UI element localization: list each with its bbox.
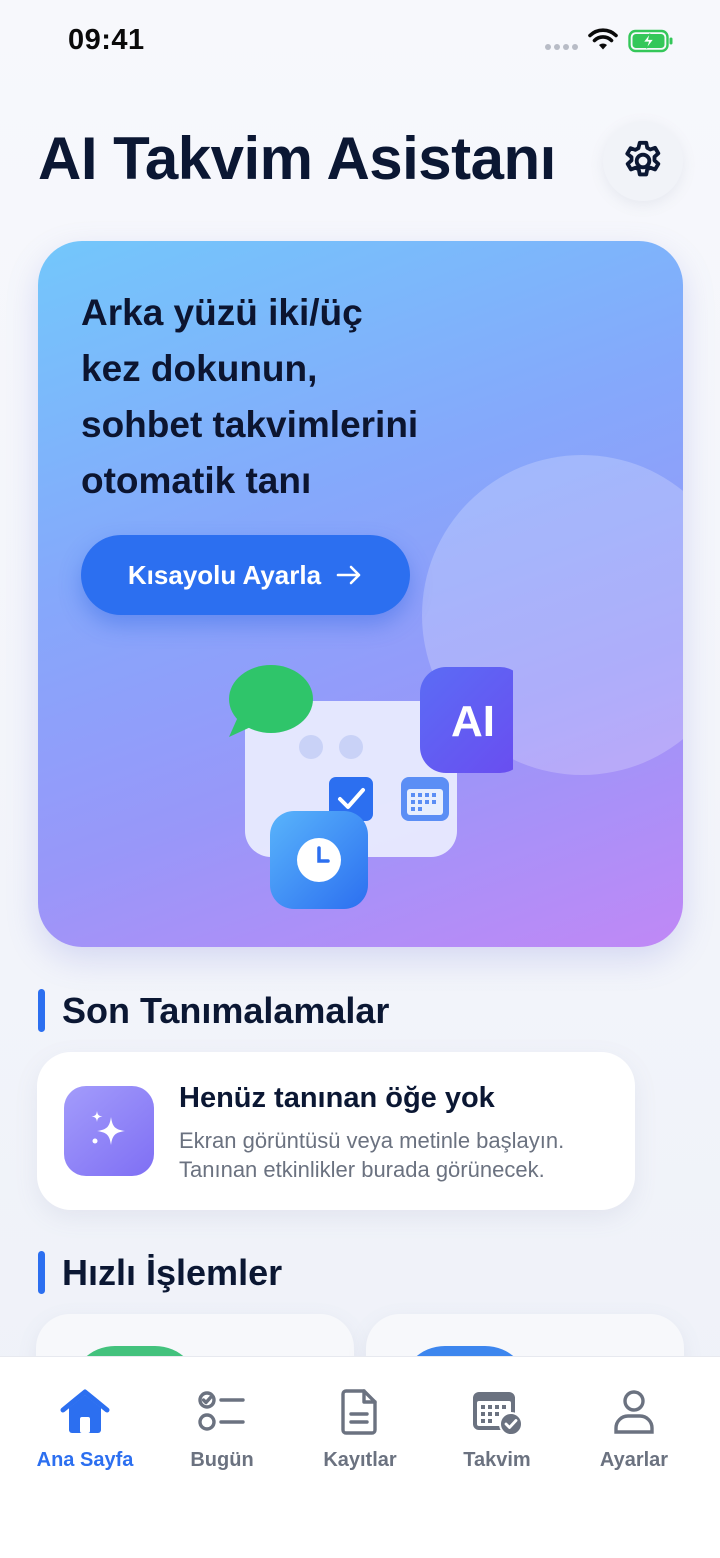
hero-title: Arka yüzü iki/üç kez dokunun, sohbet tak… [81,292,419,501]
tab-today-label: Bugün [190,1449,254,1471]
tab-calendar-label: Takvim [463,1449,531,1471]
sparkle-icon [64,1086,154,1176]
tab-home-label: Ana Sayfa [36,1449,134,1471]
tab-settings[interactable]: Ayarlar [564,1385,704,1472]
quick-section-title: Hızlı İşlemler [62,1251,283,1293]
checklist-icon [195,1385,249,1439]
tab-home[interactable]: Ana Sayfa [15,1385,155,1472]
settings-button[interactable] [603,121,683,201]
section-accent-bar [38,1251,45,1294]
recent-section-title: Son Tanımalamalar [62,989,390,1031]
clock-icon [270,811,368,909]
arrow-right-icon [336,565,361,585]
document-icon [333,1385,387,1439]
status-time: 09:41 [68,24,145,56]
calendar-check-icon [470,1385,524,1439]
home-screen: 09:41 AI Takvim Asistanı Arka yüzü iki/ü… [0,0,720,1558]
tab-today[interactable]: Bugün [152,1385,292,1472]
home-icon [58,1385,112,1439]
tab-records-label: Kayıtlar [323,1449,397,1471]
setup-shortcut-label: Kısayolu Ayarla [127,559,322,590]
gear-icon [625,140,661,177]
battery-charging-icon [628,29,673,53]
quick-section-header: Hızlı İşlemler [38,1251,282,1294]
status-bar: 09:41 [0,0,720,84]
setup-shortcut-button[interactable]: Kısayolu Ayarla [81,535,410,615]
tab-records[interactable]: Kayıtlar [290,1385,430,1472]
recent-section-header: Son Tanımalamalar [38,989,389,1032]
empty-state-title: Henüz tanınan öğe yok [179,1082,495,1114]
hero-card: Arka yüzü iki/üç kez dokunun, sohbet tak… [38,241,683,947]
ai-badge-icon: AI [420,667,513,773]
cellular-signal-icon [545,44,578,50]
tab-settings-label: Ayarlar [599,1449,669,1471]
empty-state-card: Henüz tanınan öğe yok Ekran görüntüsü ve… [37,1052,635,1210]
page-title: AI Takvim Asistanı [38,125,556,192]
svg-text:AI: AI [451,697,495,746]
tab-calendar[interactable]: Takvim [427,1385,567,1472]
section-accent-bar [38,989,45,1032]
tab-bar: Ana Sayfa Bugün Kayıtlar Takvim Ayarlar [0,1356,720,1558]
empty-state-description: Ekran görüntüsü veya metinle başlayın. T… [179,1128,565,1182]
calendar-grid-icon [401,777,449,821]
wifi-icon [588,28,618,50]
person-icon [607,1385,661,1439]
hero-illustration: AI [229,665,513,909]
